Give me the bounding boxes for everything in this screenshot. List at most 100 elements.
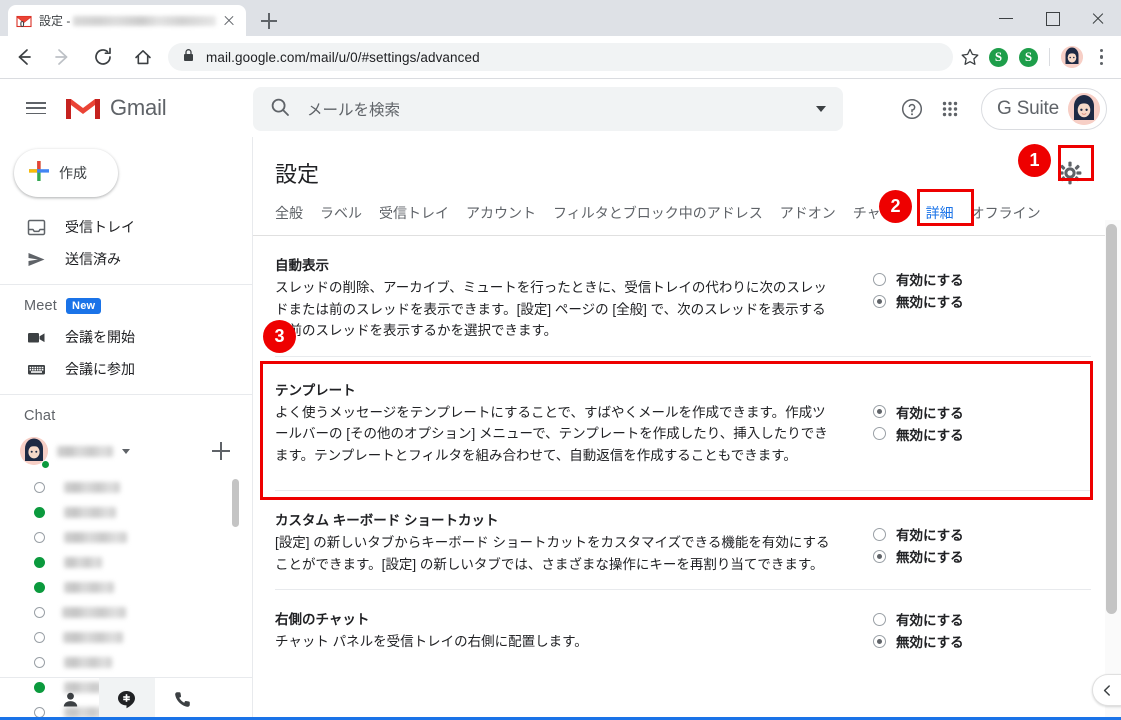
tab-offline[interactable]: オフライン [971,203,1041,223]
sidebar-item-start-meeting[interactable]: 会議を開始 [0,321,238,353]
url-text: mail.google.com/mail/u/0/#settings/advan… [206,49,480,65]
setting-section-custom-shortcuts: カスタム キーボード ショートカット [設定] の新しいタブからキーボード ショ… [275,491,1091,590]
section-options: 有効にする 無効にする [873,379,964,467]
radio-disable[interactable]: 無効にする [873,630,964,652]
sidebar: 作成 受信トレイ 送信済み Meet New 会議を開始 会議に参加 Chat [0,137,253,720]
phone-icon[interactable] [155,678,211,720]
tab-inbox[interactable]: 受信トレイ [379,203,449,223]
compose-button[interactable]: 作成 [14,149,118,197]
status-badge [34,507,45,518]
radio-enable[interactable]: 有効にする [873,523,964,545]
home-icon[interactable] [126,40,160,74]
list-item[interactable] [0,525,252,550]
tab-advanced[interactable]: 詳細 [926,203,954,223]
send-icon [26,250,46,269]
tab-filters[interactable]: フィルタとブロック中のアドレス [553,203,763,223]
radio-disable[interactable]: 無効にする [873,290,964,312]
section-text: 右側のチャット チャット パネルを受信トレイの右側に配置します。 [275,608,835,653]
radio-disable[interactable]: 無効にする [873,423,964,445]
radio-button[interactable] [873,549,886,563]
back-arrow-icon[interactable] [6,40,40,74]
kebab-menu-icon[interactable] [1090,44,1112,70]
browser-tab[interactable]: 0 設定 - [8,5,246,36]
radio-label: 有効にする [896,273,964,288]
status-badge [34,607,45,618]
address-bar[interactable]: mail.google.com/mail/u/0/#settings/advan… [168,43,953,71]
list-item[interactable] [0,575,252,600]
hamburger-menu-icon[interactable] [24,96,48,120]
contacts-icon[interactable] [43,678,99,720]
gmail-favicon: 0 [16,13,32,29]
settings-scrollbar[interactable] [1106,224,1117,614]
browser-tab-title-redacted [73,15,216,26]
window-controls [983,0,1121,36]
user-avatar[interactable] [1068,93,1100,125]
setting-section-right-side-chat: 右側のチャット チャット パネルを受信トレイの右側に配置します。 有効にする 無… [275,590,1091,667]
section-text: 自動表示 スレッドの削除、アーカイブ、ミュートを行ったときに、受信トレイの代わり… [275,254,835,342]
sidebar-item-label: 会議に参加 [65,361,135,377]
contact-name-redacted [64,507,116,518]
new-tab-button[interactable] [256,8,282,34]
section-description: よく使うメッセージをテンプレートにすることで、すばやくメールを作成できます。作成… [275,404,828,463]
settings-tabs: 全般 ラベル 受信トレイ アカウント フィルタとブロック中のアドレス アドオン … [253,203,1121,236]
radio-button[interactable] [873,294,886,308]
chevron-down-icon[interactable] [816,106,826,112]
gsuite-account-badge[interactable]: G Suite [981,88,1107,130]
tab-addons[interactable]: アドオン [780,203,836,223]
chat-own-status-row[interactable] [0,433,252,469]
extension-icon-2[interactable]: S [1019,47,1038,67]
list-item[interactable] [0,500,252,525]
browser-window: 0 設定 - mail.google.com/mail/u/0/#setting… [0,0,1121,720]
maximize-button[interactable] [1029,0,1075,36]
radio-button[interactable] [873,612,886,626]
list-item[interactable] [0,625,252,650]
meet-section-header: Meet New [0,291,252,321]
close-window-button[interactable] [1075,0,1121,36]
collapse-panel-button[interactable] [1092,674,1121,706]
list-item[interactable] [0,550,252,575]
radio-enable[interactable]: 有効にする [873,268,964,290]
chevron-down-icon[interactable] [122,448,130,454]
radio-button[interactable] [873,527,886,541]
list-item[interactable] [0,650,252,675]
gmail-logo[interactable]: Gmail [65,94,167,122]
help-circle-icon[interactable] [895,92,929,126]
contact-name-redacted [64,657,112,668]
minimize-button[interactable] [983,0,1029,36]
profile-avatar[interactable] [1061,46,1083,68]
add-contact-button[interactable] [212,442,230,460]
radio-button[interactable] [873,427,886,440]
radio-enable[interactable]: 有効にする [873,608,964,630]
radio-button[interactable] [873,634,886,648]
close-tab-icon[interactable] [220,12,238,30]
extension-icon-1[interactable]: S [989,47,1008,67]
reload-icon[interactable] [86,40,120,74]
contact-name-redacted [64,582,114,593]
tab-labels[interactable]: ラベル [320,203,362,223]
sidebar-item-inbox[interactable]: 受信トレイ [0,211,238,243]
chat-bubble-icon[interactable] [98,677,155,720]
radio-button[interactable] [873,405,886,418]
sidebar-divider [0,394,252,395]
list-item[interactable] [0,475,252,500]
status-badge [34,482,45,493]
bookmark-star-icon[interactable] [959,46,981,68]
tab-general[interactable]: 全般 [275,203,303,223]
radio-button[interactable] [873,272,886,286]
radio-enable[interactable]: 有効にする [873,401,964,423]
gear-icon[interactable] [1052,155,1088,191]
tab-accounts[interactable]: アカウント [466,203,536,223]
online-status-dot [41,460,50,469]
forward-arrow-icon [46,40,80,74]
sidebar-divider [0,284,252,285]
radio-disable[interactable]: 無効にする [873,545,964,567]
chat-list-scrollbar[interactable] [232,479,239,527]
section-title: 自動表示 [275,258,329,273]
sidebar-item-join-meeting[interactable]: 会議に参加 [0,353,238,385]
inbox-icon [26,218,46,237]
sidebar-item-sent[interactable]: 送信済み [0,243,238,275]
radio-label: 無効にする [896,550,964,565]
apps-grid-icon[interactable] [933,92,967,126]
list-item[interactable] [0,600,252,625]
search-input[interactable]: メールを検索 [253,87,843,131]
